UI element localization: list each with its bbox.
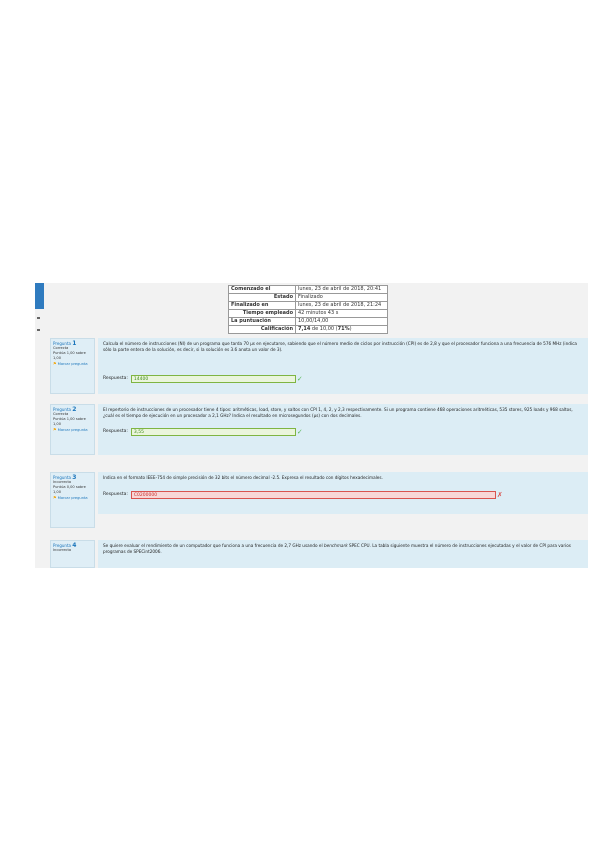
answer-input[interactable]: C0200000 xyxy=(130,491,496,499)
question-score: Puntúa 1,00 sobre 1,00 xyxy=(53,417,86,426)
question-number: 4 xyxy=(72,542,77,549)
question-info: Pregunta 1 Correcta Puntúa 1,00 sobre 1,… xyxy=(50,338,95,394)
sidebar-marker xyxy=(37,329,40,331)
question-content: Calcula el número de instrucciones (NI) … xyxy=(98,338,588,394)
question-number: 1 xyxy=(72,340,77,347)
question-1: Pregunta 1 Correcta Puntúa 1,00 sobre 1,… xyxy=(50,338,588,394)
question-number: 2 xyxy=(72,406,77,413)
check-icon: ✓ xyxy=(296,428,303,436)
summary-label: La puntuación xyxy=(228,317,296,326)
question-text: Se quiere evaluar el rendimiento de un c… xyxy=(103,543,583,554)
summary-row: Tiempo empleado 42 minutos 43 s xyxy=(228,309,388,318)
summary-value: 7,14 de 10,00 (71%) xyxy=(295,325,388,334)
question-text: Indica en el formato IEEE-754 de simple … xyxy=(103,475,383,480)
summary-row: Comenzado el lunes, 23 de abril de 2018,… xyxy=(228,285,388,294)
flag-question[interactable]: ⚑ Marcar pregunta xyxy=(53,495,92,501)
spacer xyxy=(98,514,588,540)
flag-icon: ⚑ xyxy=(53,495,57,500)
grade-value: 7,14 xyxy=(298,326,311,332)
summary-label: Comenzado el xyxy=(228,285,296,294)
summary-value: Finalizado xyxy=(295,293,388,302)
summary-value: 10,00/14,00 xyxy=(295,317,388,326)
question-3: Pregunta 3 Incorrecta Puntúa 0,00 sobre … xyxy=(50,472,588,528)
answer-label: Respuesta: xyxy=(103,376,128,382)
flag-label: Marcar pregunta xyxy=(57,428,88,432)
spacer xyxy=(98,394,588,404)
flag-question[interactable]: ⚑ Marcar pregunta xyxy=(53,361,92,367)
question-text: Calcula el número de instrucciones (NI) … xyxy=(103,341,577,352)
question-content: El repertorio de instrucciones de un pro… xyxy=(98,404,588,455)
flag-label: Marcar pregunta xyxy=(57,362,88,366)
answer-input[interactable]: 3,55 xyxy=(130,428,296,436)
flag-icon: ⚑ xyxy=(53,427,57,432)
question-content: Se quiere evaluar el rendimiento de un c… xyxy=(98,540,588,568)
flag-icon: ⚑ xyxy=(53,361,57,366)
summary-label: Estado xyxy=(228,293,296,302)
summary-row: Calificación 7,14 de 10,00 (71%) xyxy=(228,325,388,334)
sidebar-marker xyxy=(37,317,40,319)
grade-close: ) xyxy=(349,326,352,332)
summary-row: Finalizado en lunes, 23 de abril de 2018… xyxy=(228,301,388,310)
check-icon: ✓ xyxy=(296,375,303,383)
grade-scale: de 10,00 ( xyxy=(310,326,338,332)
question-score: Puntúa 1,00 sobre 1,00 xyxy=(53,351,86,360)
summary-label: Calificación xyxy=(228,325,296,334)
sidebar-edge xyxy=(35,283,44,309)
question-text: El repertorio de instrucciones de un pro… xyxy=(103,407,573,418)
answer-label: Respuesta: xyxy=(103,429,128,435)
question-score: Puntúa 0,00 sobre 1,00 xyxy=(53,485,86,494)
flag-question[interactable]: ⚑ Marcar pregunta xyxy=(53,427,92,433)
summary-value: 42 minutos 43 s xyxy=(295,309,388,318)
flag-label: Marcar pregunta xyxy=(57,496,88,500)
summary-label: Finalizado en xyxy=(228,301,296,310)
answer-row: Respuesta: 3,55 ✓ xyxy=(103,428,303,436)
question-info: Pregunta 4 Incorrecta xyxy=(50,540,95,568)
question-4: Pregunta 4 Incorrecta Se quiere evaluar … xyxy=(50,540,588,568)
answer-row: Respuesta: C0200000 ✗ xyxy=(103,491,503,499)
answer-row: Respuesta: 14400 ✓ xyxy=(103,375,303,383)
summary-row: La puntuación 10,00/14,00 xyxy=(228,317,388,326)
question-text-emphasis: benchmark xyxy=(323,543,348,548)
question-info: Pregunta 2 Correcta Puntúa 1,00 sobre 1,… xyxy=(50,404,95,455)
question-2: Pregunta 2 Correcta Puntúa 1,00 sobre 1,… xyxy=(50,404,588,455)
cross-icon: ✗ xyxy=(496,491,503,499)
spacer xyxy=(98,455,588,472)
question-number: 3 xyxy=(72,474,77,481)
attempt-summary-table: Comenzado el lunes, 23 de abril de 2018,… xyxy=(228,285,388,334)
summary-row: Estado Finalizado xyxy=(228,293,388,302)
question-content: Indica en el formato IEEE-754 de simple … xyxy=(98,472,588,514)
summary-value: lunes, 23 de abril de 2018, 21:24 xyxy=(295,301,388,310)
question-info: Pregunta 3 Incorrecta Puntúa 0,00 sobre … xyxy=(50,472,95,528)
answer-input[interactable]: 14400 xyxy=(130,375,296,383)
question-text-part: Se quiere evaluar el rendimiento de un c… xyxy=(103,543,324,548)
answer-label: Respuesta: xyxy=(103,492,128,498)
grade-percent: 71% xyxy=(337,326,350,332)
summary-value: lunes, 23 de abril de 2018, 20:41 xyxy=(295,285,388,294)
summary-label: Tiempo empleado xyxy=(228,309,296,318)
